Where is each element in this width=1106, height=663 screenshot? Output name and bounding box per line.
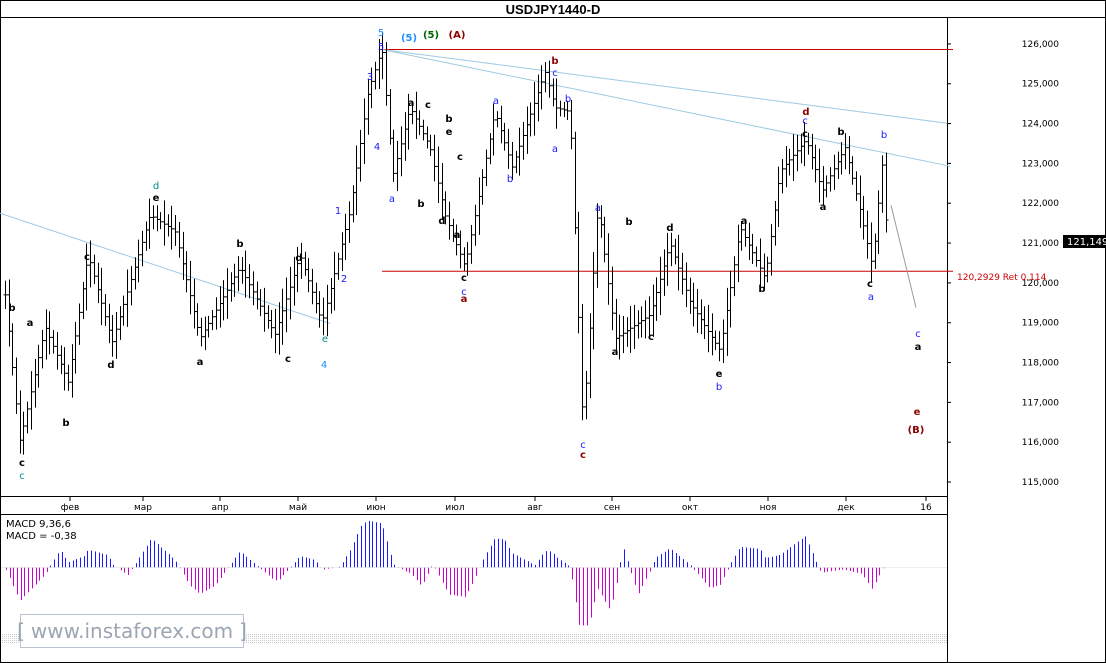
y-tick-label: 115,000: [1022, 478, 1059, 488]
wave-label: d: [666, 223, 673, 234]
chart-title: USDJPY1440-D: [506, 2, 601, 17]
wave-label: c: [648, 332, 654, 343]
wave-label: a: [552, 144, 558, 155]
wave-label: a: [741, 216, 748, 227]
x-tick-label: 16: [920, 503, 932, 513]
x-tick-label: окт: [682, 503, 698, 513]
wave-label: b: [62, 418, 69, 429]
x-tick-label: июн: [366, 503, 385, 513]
macd-params-label: MACD 9,36,6: [6, 519, 71, 530]
wave-label: b: [837, 127, 844, 138]
wave-label: e: [322, 334, 328, 345]
x-tick-label: авг: [527, 503, 543, 513]
x-tick-label: май: [289, 503, 307, 513]
wave-label: a: [389, 194, 395, 205]
wave-label: (B): [908, 425, 925, 436]
watermark: www.instaforex.com: [20, 614, 244, 648]
wave-label: b: [565, 94, 571, 105]
macd-value-text: MACD = -0,38: [6, 531, 77, 542]
wave-label: a: [408, 98, 415, 109]
wave-label: c: [285, 354, 291, 365]
wave-label: b: [881, 130, 887, 141]
y-tick-label: 122,000: [1022, 199, 1059, 209]
wave-label: 4: [374, 142, 380, 153]
wave-label: c: [19, 458, 25, 469]
retracement-label: 120,2929 Ret 0,114: [957, 273, 1047, 283]
wave-label: b: [445, 114, 452, 125]
wave-label: b: [417, 199, 424, 210]
wave-label: a: [595, 203, 601, 214]
wave-label: b: [8, 303, 15, 314]
wave-label: b: [716, 382, 722, 393]
wave-label: c: [580, 450, 586, 461]
x-tick-label: мар: [134, 503, 152, 513]
y-tick-label: 117,000: [1022, 398, 1059, 408]
wave-label: a: [454, 230, 461, 241]
wave-label: 4: [321, 360, 327, 371]
x-tick-label: ноя: [760, 503, 777, 513]
wave-label: b: [236, 239, 243, 250]
wave-label: c: [84, 252, 90, 263]
y-tick-label: 123,000: [1022, 159, 1059, 169]
wave-label: c: [915, 329, 921, 340]
x-tick-label: дек: [837, 503, 855, 513]
current-price-label: 121,149: [1067, 237, 1106, 248]
wave-label: c: [802, 129, 808, 140]
x-tick-label: июл: [445, 503, 464, 513]
wave-label: a: [493, 96, 499, 107]
wave-label: d: [153, 181, 159, 192]
wave-label: 1: [335, 206, 341, 217]
wave-label: c: [425, 100, 431, 111]
wave-label: c: [19, 471, 25, 482]
wave-label: a: [27, 318, 34, 329]
wave-label: c: [457, 152, 463, 163]
y-tick-label: 116,000: [1022, 438, 1059, 448]
wave-label: 2: [341, 274, 347, 285]
wave-label: d: [438, 216, 445, 227]
x-tick-label: фев: [61, 503, 80, 513]
chart-canvas: USDJPY1440-D 55(5) (5) (A)3412e4babcccddeb…: [0, 0, 1106, 663]
wave-label: b: [507, 174, 513, 185]
wave-label: c: [461, 273, 467, 284]
wave-label: a: [915, 342, 922, 353]
wave-label: (5): [423, 30, 439, 41]
y-tick-label: 119,000: [1022, 319, 1059, 329]
wave-label: a: [197, 357, 204, 368]
wave-label: e: [914, 407, 921, 418]
wave-label: c: [802, 116, 808, 127]
wave-label: e: [446, 127, 453, 138]
wave-label: a: [868, 292, 874, 303]
y-tick-label: 121,000: [1022, 239, 1059, 249]
wave-label: 5: [378, 28, 384, 39]
y-tick-label: 125,000: [1022, 80, 1059, 90]
wave-label: b: [625, 217, 632, 228]
wave-label: (5): [401, 33, 417, 44]
wave-label: 3: [367, 72, 373, 83]
wave-label: d: [295, 253, 302, 264]
wave-label: c: [552, 68, 558, 79]
wave-label: c: [867, 279, 873, 290]
wave-label: (A): [449, 30, 466, 41]
wave-label: 5: [378, 42, 384, 53]
wave-label: b: [551, 56, 558, 67]
wave-label: a: [461, 294, 468, 305]
x-tick-label: сен: [604, 503, 620, 513]
wave-label: d: [107, 360, 114, 371]
wave-label: b: [758, 284, 765, 295]
y-tick-label: 118,000: [1022, 359, 1059, 369]
wave-label: e: [153, 193, 160, 204]
wave-label: a: [612, 347, 619, 358]
x-tick-label: апр: [211, 503, 228, 513]
y-tick-label: 126,000: [1022, 40, 1059, 50]
macd-value-label: MACD = -0,38: [6, 531, 77, 542]
y-tick-label: 124,000: [1022, 120, 1059, 130]
wave-label: e: [716, 369, 723, 380]
wave-label: a: [820, 202, 827, 213]
